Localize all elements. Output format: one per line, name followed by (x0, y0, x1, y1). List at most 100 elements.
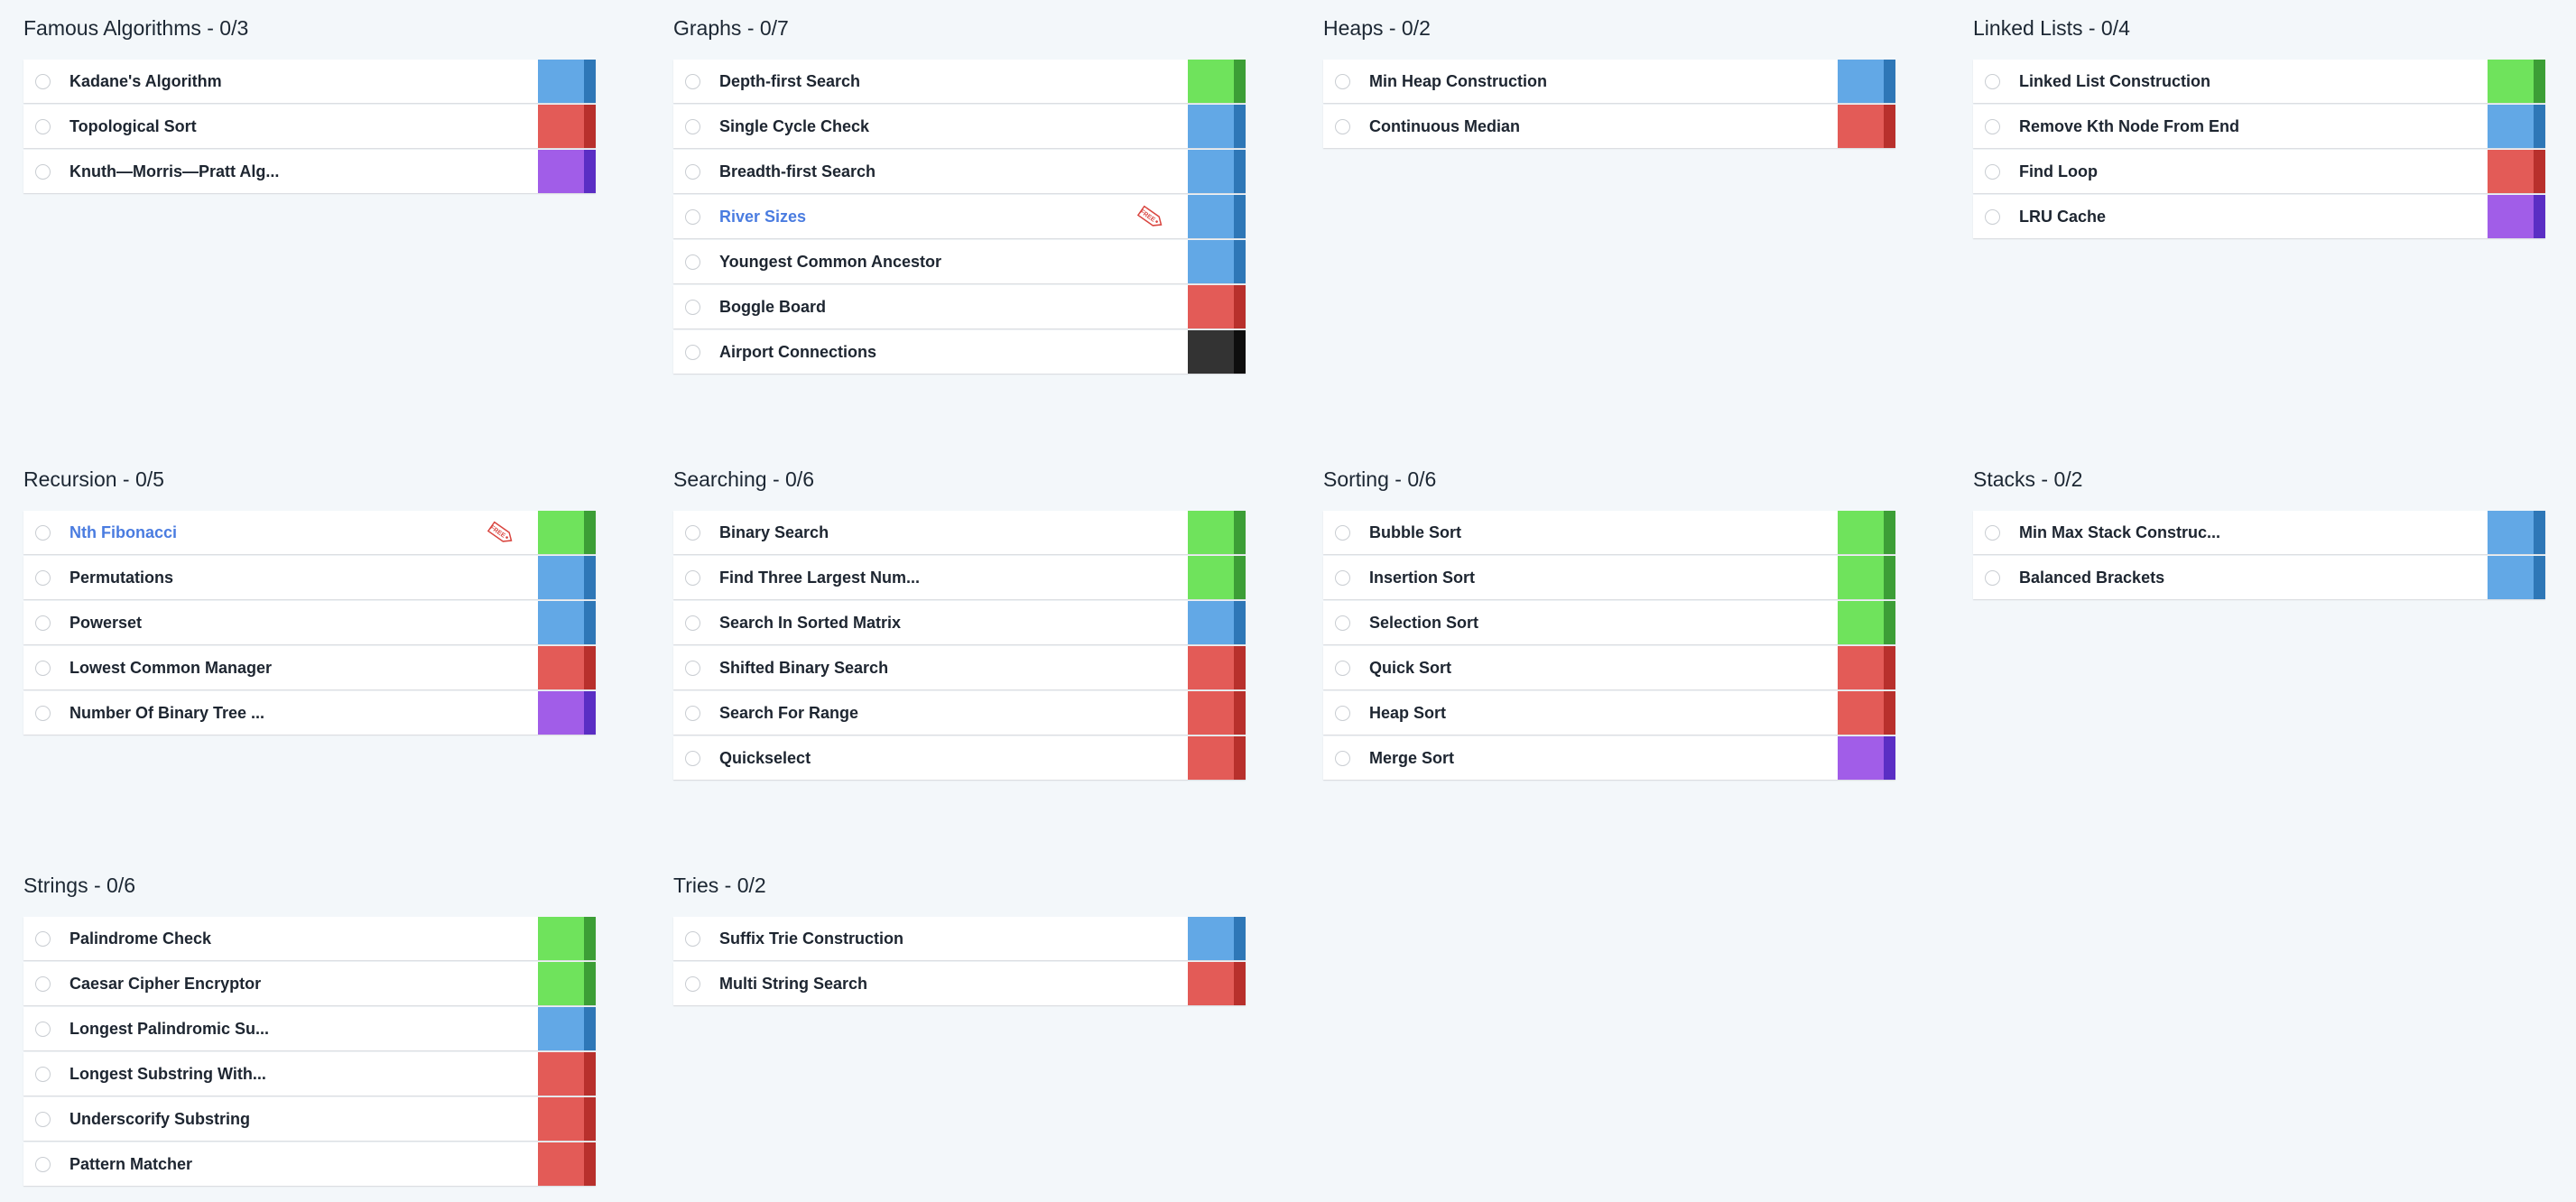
question-row-continuous-median[interactable]: Continuous Median (1323, 105, 1895, 148)
completion-radio[interactable] (35, 163, 51, 180)
completion-radio[interactable] (1985, 524, 2000, 541)
completion-radio[interactable] (1985, 569, 2000, 586)
completion-radio[interactable] (35, 930, 51, 947)
completion-radio[interactable] (685, 299, 700, 315)
question-row-quick-sort[interactable]: Quick Sort (1323, 646, 1895, 689)
completion-radio[interactable] (35, 524, 51, 541)
completion-radio[interactable] (35, 1111, 51, 1127)
completion-radio[interactable] (1985, 118, 2000, 134)
category-graphs: Graphs - 0/7 Depth-first Search Single Cyc… (673, 14, 1246, 375)
question-row-depth-first-search[interactable]: Depth-first Search (673, 60, 1246, 103)
completion-radio[interactable] (1335, 750, 1350, 766)
question-row-permutations[interactable]: Permutations (23, 556, 596, 599)
question-row-caesar-cipher-encryptor[interactable]: Caesar Cipher Encryptor (23, 962, 596, 1005)
completion-radio[interactable] (685, 118, 700, 134)
completion-radio[interactable] (685, 705, 700, 721)
question-row-longest-palindromic-su[interactable]: Longest Palindromic Su... (23, 1007, 596, 1050)
question-name[interactable]: Nth Fibonacci (69, 523, 596, 542)
completion-radio[interactable] (35, 975, 51, 992)
question-row-shifted-binary-search[interactable]: Shifted Binary Search (673, 646, 1246, 689)
question-row-boggle-board[interactable]: Boggle Board (673, 285, 1246, 328)
question-name: Search In Sorted Matrix (719, 613, 902, 632)
question-name: Topological Sort (69, 116, 197, 135)
completion-radio[interactable] (685, 615, 700, 631)
question-row-lru-cache[interactable]: LRU Cache (1973, 195, 2545, 238)
difficulty-medium-indicator (538, 60, 596, 103)
question-name: Min Max Stack Construc... (2019, 522, 2221, 541)
question-row-number-of-binary-tree[interactable]: Number Of Binary Tree ... (23, 691, 596, 735)
completion-radio[interactable] (35, 569, 51, 586)
question-row-topological-sort[interactable]: Topological Sort (23, 105, 596, 148)
category-title: Recursion - 0/5 (23, 467, 164, 491)
question-row-multi-string-search[interactable]: Multi String Search (673, 962, 1246, 1005)
completion-radio[interactable] (685, 930, 700, 947)
completion-radio[interactable] (685, 254, 700, 270)
question-name: Linked List Construction (2019, 71, 2211, 90)
completion-radio[interactable] (685, 73, 700, 89)
completion-radio[interactable] (1335, 660, 1350, 676)
completion-radio[interactable] (685, 660, 700, 676)
question-row-palindrome-check[interactable]: Palindrome Check (23, 917, 596, 960)
completion-radio[interactable] (685, 975, 700, 992)
completion-radio[interactable] (1335, 73, 1350, 89)
question-row-suffix-trie-construction[interactable]: Suffix Trie Construction (673, 917, 1246, 960)
completion-radio[interactable] (685, 344, 700, 360)
difficulty-hard-indicator (538, 1052, 596, 1096)
question-row-find-loop[interactable]: Find Loop (1973, 150, 2545, 193)
completion-radio[interactable] (685, 569, 700, 586)
completion-radio[interactable] (685, 208, 700, 225)
question-row-single-cycle-check[interactable]: Single Cycle Check (673, 105, 1246, 148)
question-row-binary-search[interactable]: Binary Search (673, 511, 1246, 554)
category-title: Linked Lists - 0/4 (1973, 16, 2130, 40)
completion-radio[interactable] (1335, 569, 1350, 586)
question-row-quickselect[interactable]: Quickselect (673, 736, 1246, 780)
question-row-longest-substring-with[interactable]: Longest Substring With... (23, 1052, 596, 1096)
completion-radio[interactable] (1335, 615, 1350, 631)
completion-radio[interactable] (1335, 705, 1350, 721)
completion-radio[interactable] (685, 524, 700, 541)
completion-radio[interactable] (1335, 118, 1350, 134)
completion-radio[interactable] (35, 660, 51, 676)
question-name[interactable]: River Sizes (719, 208, 1246, 227)
difficulty-very-hard-indicator (1838, 736, 1895, 780)
question-row-river-sizes[interactable]: River Sizes FREE (673, 195, 1246, 238)
completion-radio[interactable] (685, 163, 700, 180)
category-title: Strings - 0/6 (23, 874, 135, 897)
question-row-powerset[interactable]: Powerset (23, 601, 596, 644)
completion-radio[interactable] (1985, 163, 2000, 180)
question-row-find-three-largest-num[interactable]: Find Three Largest Num... (673, 556, 1246, 599)
question-row-linked-list-construction[interactable]: Linked List Construction (1973, 60, 2545, 103)
question-row-kadane-s-algorithm[interactable]: Kadane's Algorithm (23, 60, 596, 103)
completion-radio[interactable] (35, 73, 51, 89)
question-row-selection-sort[interactable]: Selection Sort (1323, 601, 1895, 644)
completion-radio[interactable] (35, 1066, 51, 1082)
question-row-bubble-sort[interactable]: Bubble Sort (1323, 511, 1895, 554)
completion-radio[interactable] (35, 1021, 51, 1037)
completion-radio[interactable] (685, 750, 700, 766)
question-row-remove-kth-node-from-end[interactable]: Remove Kth Node From End (1973, 105, 2545, 148)
difficulty-hard-indicator (538, 105, 596, 148)
question-row-search-in-sorted-matrix[interactable]: Search In Sorted Matrix (673, 601, 1246, 644)
question-row-merge-sort[interactable]: Merge Sort (1323, 736, 1895, 780)
completion-radio[interactable] (1985, 208, 2000, 225)
question-row-knuth-morris-pratt-alg[interactable]: Knuth—Morris—Pratt Alg... (23, 150, 596, 193)
question-row-min-heap-construction[interactable]: Min Heap Construction (1323, 60, 1895, 103)
question-row-balanced-brackets[interactable]: Balanced Brackets (1973, 556, 2545, 599)
completion-radio[interactable] (1985, 73, 2000, 89)
question-row-heap-sort[interactable]: Heap Sort (1323, 691, 1895, 735)
completion-radio[interactable] (35, 705, 51, 721)
question-row-underscorify-substring[interactable]: Underscorify Substring (23, 1097, 596, 1141)
question-row-insertion-sort[interactable]: Insertion Sort (1323, 556, 1895, 599)
completion-radio[interactable] (1335, 524, 1350, 541)
question-row-pattern-matcher[interactable]: Pattern Matcher (23, 1142, 596, 1186)
completion-radio[interactable] (35, 1156, 51, 1172)
question-row-search-for-range[interactable]: Search For Range (673, 691, 1246, 735)
question-row-breadth-first-search[interactable]: Breadth-first Search (673, 150, 1246, 193)
question-row-youngest-common-ancestor[interactable]: Youngest Common Ancestor (673, 240, 1246, 283)
question-row-min-max-stack-construc[interactable]: Min Max Stack Construc... (1973, 511, 2545, 554)
question-row-lowest-common-manager[interactable]: Lowest Common Manager (23, 646, 596, 689)
question-row-airport-connections[interactable]: Airport Connections (673, 330, 1246, 374)
completion-radio[interactable] (35, 615, 51, 631)
question-row-nth-fibonacci[interactable]: Nth Fibonacci FREE (23, 511, 596, 554)
completion-radio[interactable] (35, 118, 51, 134)
